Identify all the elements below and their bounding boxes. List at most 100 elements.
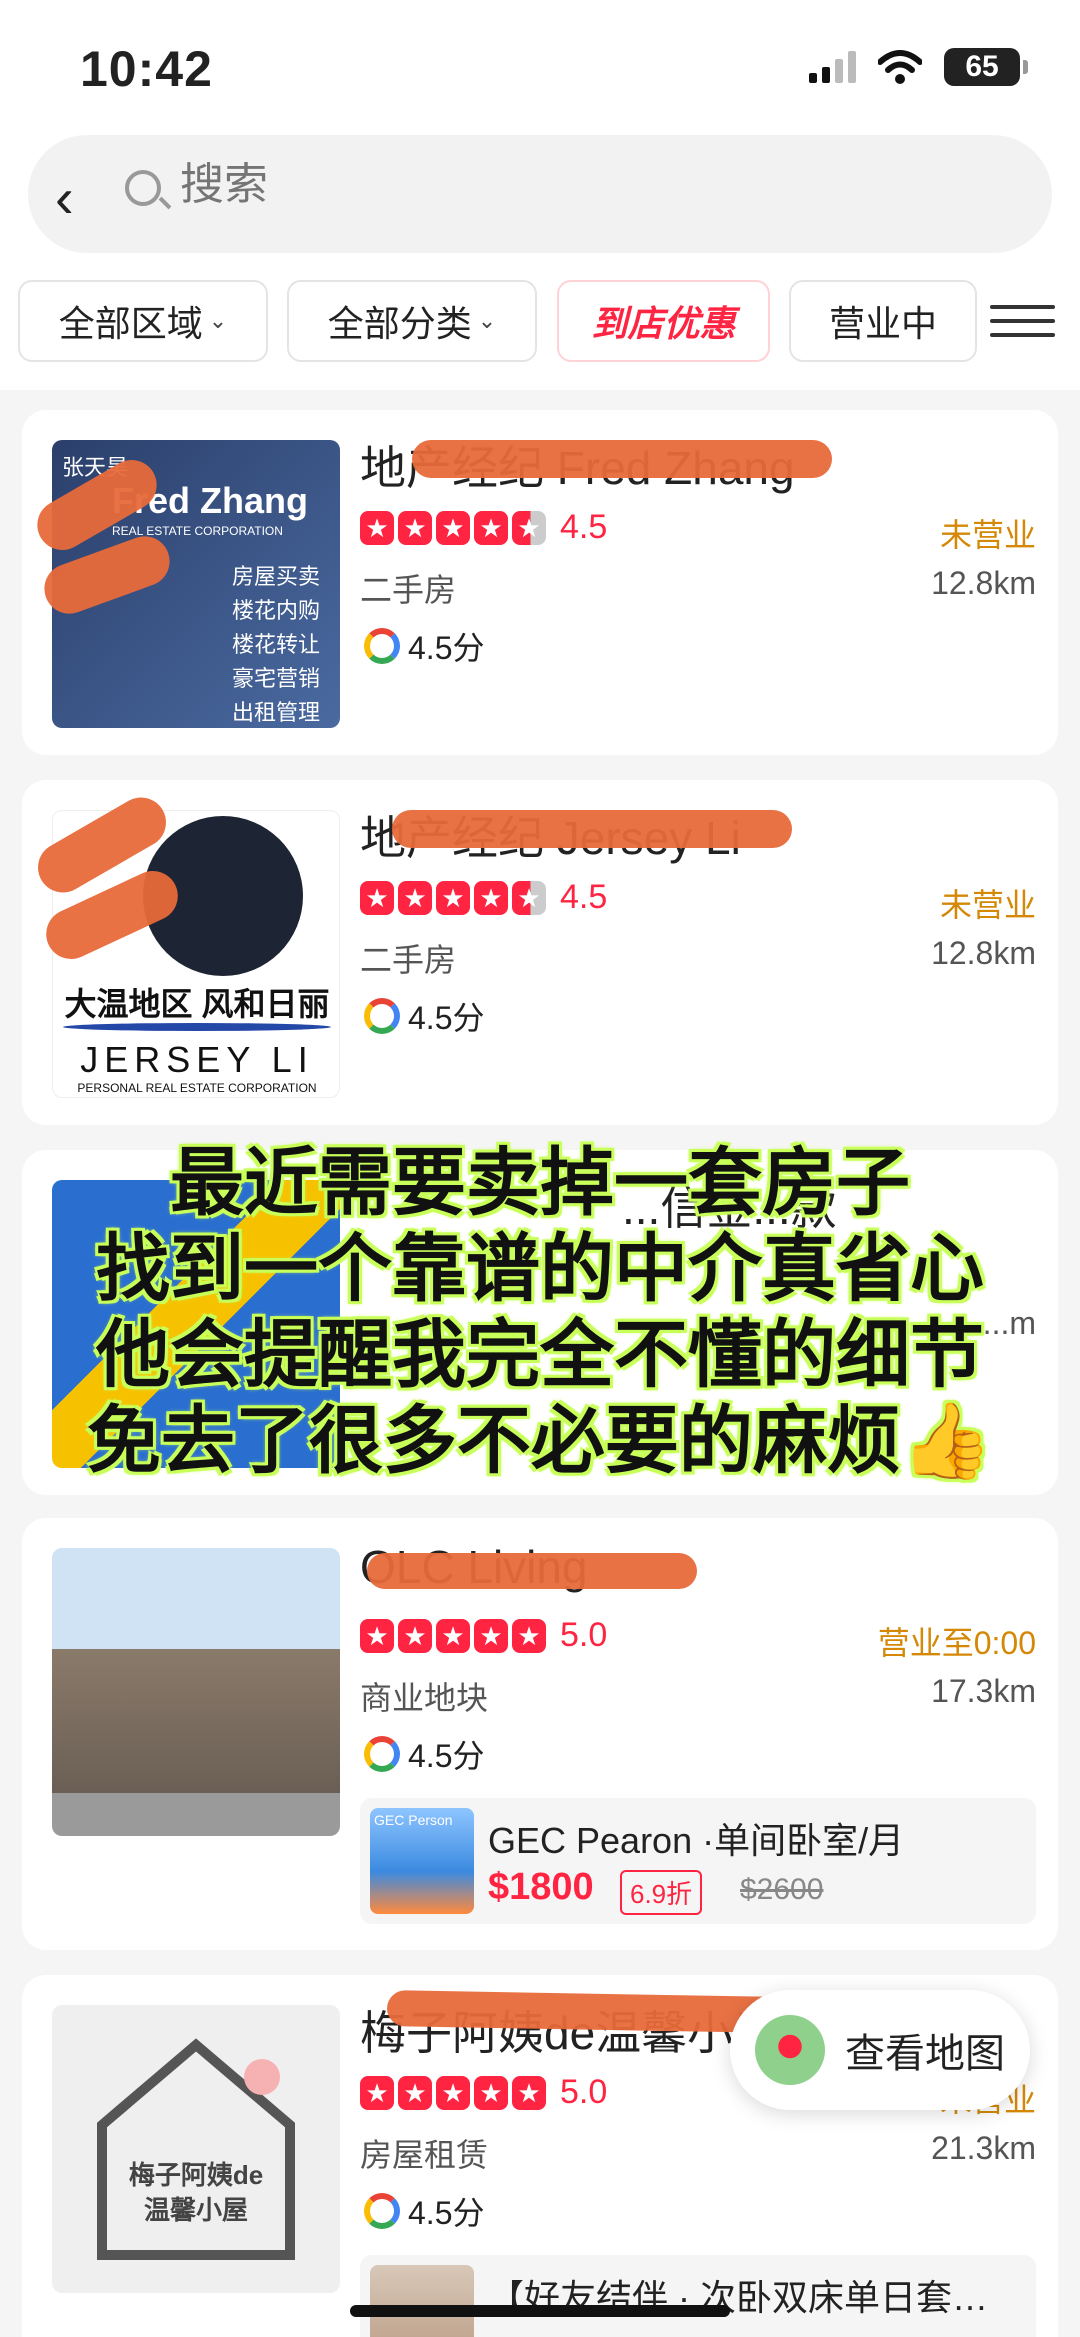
thumb-text: PERSONAL REAL ESTATE CORPORATION — [77, 1081, 317, 1095]
thumb-text: 出租管理 — [232, 700, 321, 725]
caption-line: 最近需要卖掉一套房子 — [170, 1141, 910, 1224]
google-icon — [364, 998, 400, 1034]
rating-value: 4.5 — [560, 878, 608, 916]
star-icon: ★ — [398, 880, 432, 915]
star-icon: ★ — [398, 1618, 432, 1653]
thumb-text: 梅子阿姨de — [128, 2160, 264, 2190]
filter-area-label: 全部区域 — [58, 303, 203, 344]
view-map-button[interactable]: 查看地图 — [730, 1990, 1030, 2110]
google-score: 4.5分 — [364, 993, 485, 1039]
status-time: 10:42 — [80, 41, 213, 97]
business-status: 未营业 — [939, 887, 1036, 923]
listing-card[interactable]: 张天昊 Fred Zhang REAL ESTATE CORPORATION 房… — [22, 410, 1058, 755]
thumb-text: 楼花内购 — [232, 598, 321, 623]
battery-icon: 65 — [944, 48, 1028, 86]
star-rating: ★ ★ ★ ★ ★ 4.5 — [360, 508, 607, 547]
business-status: 未营业 — [939, 517, 1036, 553]
view-map-label: 查看地图 — [845, 2032, 1005, 2076]
thumb-text: 楼花转让 — [232, 632, 321, 657]
google-score-value: 4.5分 — [408, 630, 485, 666]
star-icon: ★ — [436, 880, 470, 915]
back-button[interactable]: ‹ — [55, 168, 105, 228]
google-icon — [364, 1736, 400, 1772]
deal-original-price: $2600 — [740, 1873, 824, 1906]
chevron-down-icon: ⌄ — [477, 308, 497, 333]
deal-thumb-label: GEC Person — [374, 1812, 453, 1828]
star-icon: ★ — [398, 510, 432, 545]
star-icon: ★ — [436, 2075, 470, 2110]
google-score-value: 4.5分 — [408, 1738, 485, 1774]
star-icon: ★ — [398, 2075, 432, 2110]
star-half-icon: ★ — [512, 880, 546, 915]
deal-discount-badge: 6.9折 — [620, 1870, 703, 1915]
star-icon: ★ — [436, 1618, 470, 1653]
filter-open-now[interactable]: 营业中 — [789, 280, 977, 362]
thumb-text: 豪宅营销 — [232, 666, 321, 691]
filter-bar: 全部区域 ⌄ 全部分类 ⌄ 到店优惠 营业中 — [0, 260, 1080, 390]
star-icon: ★ — [360, 2075, 394, 2110]
house-logo-icon — [97, 2038, 295, 2260]
filter-area[interactable]: 全部区域 ⌄ — [18, 280, 268, 362]
star-icon: ★ — [474, 880, 508, 915]
thumb-text: REAL ESTATE CORPORATION — [112, 524, 283, 538]
star-rating: ★ ★ ★ ★ ★ 4.5 — [360, 878, 607, 917]
deal-item[interactable]: GEC Person GEC Pearon ·单间卧室/月 $1800 6.9折… — [360, 1798, 1036, 1924]
listing-thumbnail — [52, 1548, 340, 1836]
caption-line: 免去了很多不必要的麻烦👍 — [86, 1399, 994, 1482]
rating-value: 5.0 — [560, 2073, 608, 2111]
search-header: ‹ — [0, 130, 1080, 260]
star-rating: ★ ★ ★ ★ ★ 5.0 — [360, 2073, 607, 2112]
listing-category: 二手房 — [360, 572, 457, 608]
listing-card[interactable]: 大温地区 风和日丽 JERSEY LI PERSONAL REAL ESTATE… — [22, 780, 1058, 1125]
star-half-icon: ★ — [512, 510, 546, 545]
listing-distance: 21.3km — [931, 2130, 1036, 2166]
listing-category: 房屋租赁 — [360, 2137, 489, 2173]
filter-in-store-deals-label: 到店优惠 — [591, 303, 736, 344]
search-icon — [125, 170, 161, 206]
star-icon: ★ — [474, 510, 508, 545]
listing-thumbnail: 梅子阿姨de 温馨小屋 — [52, 2005, 340, 2293]
star-icon: ★ — [360, 1618, 394, 1653]
status-icons: 65 — [809, 48, 1028, 86]
google-score: 4.5分 — [364, 1731, 485, 1777]
deal-price: $1800 — [488, 1866, 594, 1908]
listing-category: 商业地块 — [360, 1680, 489, 1716]
listing-distance: 12.8km — [931, 565, 1036, 601]
filter-open-now-label: 营业中 — [828, 303, 937, 344]
star-icon: ★ — [474, 2075, 508, 2110]
redaction-scribble — [367, 1553, 697, 1589]
redaction-scribble — [392, 810, 792, 848]
filter-category-label: 全部分类 — [327, 303, 472, 344]
deal-thumbnail — [370, 2265, 474, 2337]
star-icon: ★ — [360, 510, 394, 545]
home-indicator[interactable] — [350, 2305, 730, 2317]
star-icon: ★ — [512, 2075, 546, 2110]
google-score: 4.5分 — [364, 623, 485, 669]
thumb-text: 温馨小屋 — [143, 2195, 248, 2225]
chevron-down-icon: ⌄ — [208, 308, 228, 333]
star-icon: ★ — [360, 880, 394, 915]
filter-settings-icon[interactable] — [990, 295, 1055, 350]
business-status: 营业至0:00 — [877, 1625, 1036, 1661]
wifi-icon — [878, 50, 922, 84]
rating-value: 5.0 — [560, 1616, 608, 1654]
star-icon: ★ — [436, 510, 470, 545]
overlay-caption: 最近需要卖掉一套房子 找到一个靠谱的中介真省心 他会提醒我完全不懂的细节 免去了… — [20, 1140, 1060, 1484]
thumb-text: 大温地区 风和日丽 — [64, 986, 330, 1022]
thumb-text: JERSEY LI — [80, 1039, 314, 1080]
star-rating: ★ ★ ★ ★ ★ 5.0 — [360, 1616, 607, 1655]
filter-category[interactable]: 全部分类 ⌄ — [287, 280, 537, 362]
thumb-text: 房屋买卖 — [232, 564, 321, 589]
google-icon — [364, 628, 400, 664]
search-input[interactable] — [180, 160, 880, 210]
cellular-signal-icon — [809, 51, 856, 83]
google-score: 4.5分 — [364, 2188, 485, 2234]
caption-line: 他会提醒我完全不懂的细节 — [96, 1313, 984, 1396]
listing-card[interactable]: OLC Living ★★★★★ 5.0 商业地块 4.5分 营业至0:00 1… — [22, 1518, 1058, 1950]
deal-item[interactable]: 【好友结伴 · 次卧双床单日套… — [360, 2255, 1036, 2337]
google-score-value: 4.5分 — [408, 2195, 485, 2231]
listing-category: 二手房 — [360, 942, 457, 978]
filter-in-store-deals[interactable]: 到店优惠 — [557, 280, 770, 362]
star-icon: ★ — [474, 1618, 508, 1653]
listing-distance: 12.8km — [931, 935, 1036, 971]
